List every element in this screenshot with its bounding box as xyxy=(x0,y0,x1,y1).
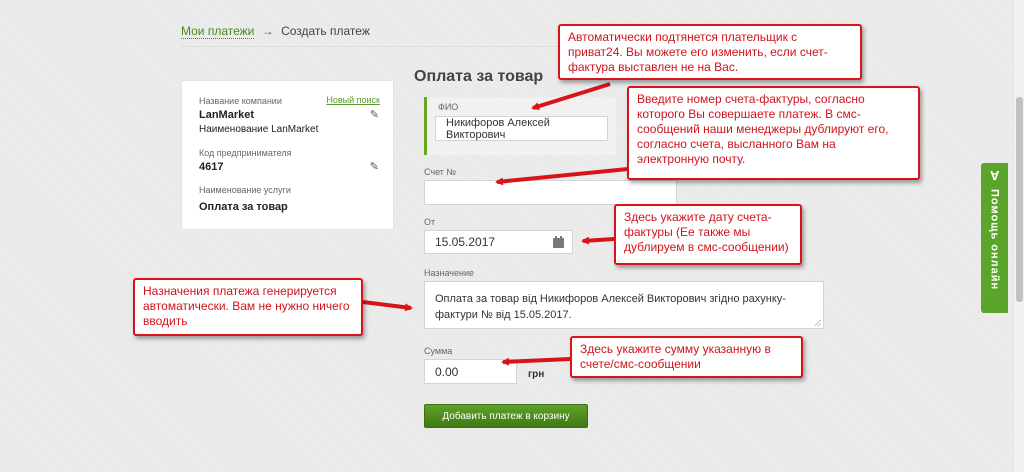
help-online-tab[interactable]: A Помощь онлайн xyxy=(981,163,1008,313)
amount-label: Сумма xyxy=(424,346,453,356)
fio-label: ФИО xyxy=(438,102,459,112)
amount-callout: Здесь укажите сумму указанную в счете/см… xyxy=(570,336,803,378)
edit-company-icon[interactable]: ✎ xyxy=(370,108,379,121)
resize-grip-icon[interactable] xyxy=(814,319,821,326)
company-full-name: Наименование LanMarket xyxy=(199,124,319,135)
invoice-input[interactable] xyxy=(424,180,677,205)
company-card: Название компании Новый поиск LanMarket … xyxy=(181,80,394,230)
date-label: От xyxy=(424,217,436,227)
invoice-label: Счет № xyxy=(424,167,457,177)
entrepreneur-code-label: Код предпринимателя xyxy=(199,148,292,158)
purpose-textarea[interactable]: Оплата за товар від Никифоров Алексей Ви… xyxy=(424,281,824,329)
service-name-label: Наименование услуги xyxy=(199,185,291,195)
add-payment-to-cart-button[interactable]: Добавить платеж в корзину xyxy=(424,404,588,428)
purpose-value: Оплата за товар від Никифоров Алексей Ви… xyxy=(435,293,786,321)
amount-input[interactable]: 0.00 xyxy=(424,359,517,384)
company-name-label: Название компании xyxy=(199,96,282,106)
breadcrumb: Мои платежи → Создать платеж xyxy=(181,24,370,39)
breadcrumb-my-payments-link[interactable]: Мои платежи xyxy=(181,24,255,39)
calendar-icon[interactable] xyxy=(553,236,564,248)
chat-icon: A xyxy=(989,168,1000,183)
date-value: 15.05.2017 xyxy=(435,235,496,249)
help-online-label: Помощь онлайн xyxy=(988,189,1001,291)
service-name: Оплата за товар xyxy=(199,201,288,213)
purpose-callout: Назначения платежа генерируется автомати… xyxy=(133,278,363,336)
breadcrumb-current: Создать платеж xyxy=(281,24,370,38)
purpose-label: Назначение xyxy=(424,268,475,278)
invoice-callout: Введите номер счета-фактуры, согласно ко… xyxy=(627,86,920,180)
date-input[interactable]: 15.05.2017 xyxy=(424,230,573,254)
page-scrollbar[interactable] xyxy=(1013,0,1024,472)
breadcrumb-arrow: → xyxy=(261,24,274,38)
entrepreneur-code: 4617 xyxy=(199,161,224,173)
company-name: LanMarket xyxy=(199,109,255,121)
page-title: Оплата за товар xyxy=(414,68,544,85)
edit-code-icon[interactable]: ✎ xyxy=(370,160,379,173)
fio-input[interactable]: Никифоров Алексей Викторович xyxy=(435,116,608,141)
scrollbar-thumb[interactable] xyxy=(1016,97,1023,302)
payer-callout: Автоматически подтянется плательщик с пр… xyxy=(558,24,862,80)
new-search-link[interactable]: Новый поиск xyxy=(326,95,380,105)
date-callout: Здесь укажите дату счета-фактуры (Ее так… xyxy=(614,204,802,265)
currency-label: грн xyxy=(528,369,545,380)
